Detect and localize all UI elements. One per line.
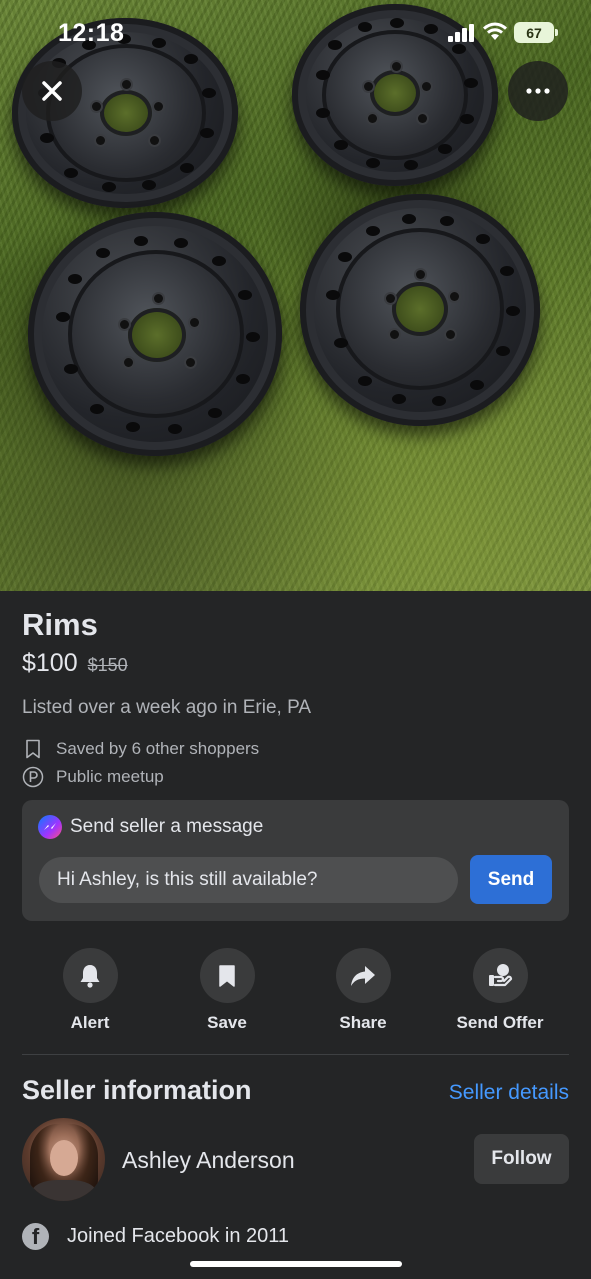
parking-icon: [22, 766, 44, 788]
rim-image: [28, 212, 282, 456]
bell-icon: [80, 964, 100, 988]
rim-image: [300, 194, 540, 426]
bookmark-outline-icon: [22, 738, 44, 760]
status-bar: 12:18 67: [0, 0, 591, 64]
wifi-icon: [483, 22, 507, 40]
status-time: 12:18: [58, 19, 125, 47]
price-row: $100 $150: [22, 649, 128, 678]
send-offer-label: Send Offer: [456, 1013, 544, 1032]
save-label: Save: [207, 1013, 247, 1032]
seller-name[interactable]: Ashley Anderson: [122, 1147, 295, 1174]
send-offer-button[interactable]: Send Offer: [440, 948, 560, 1033]
close-button[interactable]: [22, 61, 82, 121]
message-card-title: Send seller a message: [70, 816, 264, 837]
more-icon: [526, 88, 550, 94]
listing-location-time: Listed over a week ago in Erie, PA: [22, 697, 312, 718]
action-row: Alert Save Share Send Offer: [0, 948, 591, 1038]
message-seller-card: Send seller a message Send: [22, 800, 569, 921]
alert-label: Alert: [70, 1013, 110, 1032]
message-input[interactable]: [39, 857, 458, 903]
bookmark-icon: [219, 964, 235, 987]
joined-row: f Joined Facebook in 2011: [22, 1223, 289, 1250]
cellular-signal-icon: [448, 24, 476, 42]
save-button[interactable]: Save: [167, 948, 287, 1033]
section-divider: [22, 1054, 569, 1055]
close-icon: [42, 81, 62, 101]
saved-count-text: Saved by 6 other shoppers: [56, 739, 260, 758]
seller-avatar[interactable]: [22, 1118, 105, 1201]
battery-level: 67: [526, 24, 542, 41]
joined-text: Joined Facebook in 2011: [67, 1225, 290, 1247]
facebook-icon: f: [22, 1223, 49, 1250]
messenger-icon: [38, 815, 62, 839]
meetup-text: Public meetup: [56, 767, 164, 786]
follow-button[interactable]: Follow: [474, 1134, 569, 1184]
send-button[interactable]: Send: [470, 855, 552, 904]
home-indicator[interactable]: [190, 1261, 402, 1267]
alert-button[interactable]: Alert: [30, 948, 150, 1033]
message-card-header: Send seller a message: [38, 815, 263, 839]
share-label: Share: [339, 1013, 387, 1032]
more-options-button[interactable]: [508, 61, 568, 121]
seller-section-title: Seller information: [22, 1075, 252, 1105]
send-offer-icon: [489, 963, 513, 986]
saved-count-row: Saved by 6 other shoppers: [22, 738, 259, 760]
seller-details-link[interactable]: Seller details: [449, 1081, 569, 1105]
meetup-row: Public meetup: [22, 766, 164, 788]
battery-icon: 67: [514, 22, 558, 43]
share-icon: [351, 965, 375, 986]
listing-title: Rims: [22, 607, 98, 642]
listing-price: $100: [22, 649, 78, 677]
original-price: $150: [87, 655, 128, 675]
share-button[interactable]: Share: [303, 948, 423, 1033]
listing-photo[interactable]: [0, 0, 591, 591]
